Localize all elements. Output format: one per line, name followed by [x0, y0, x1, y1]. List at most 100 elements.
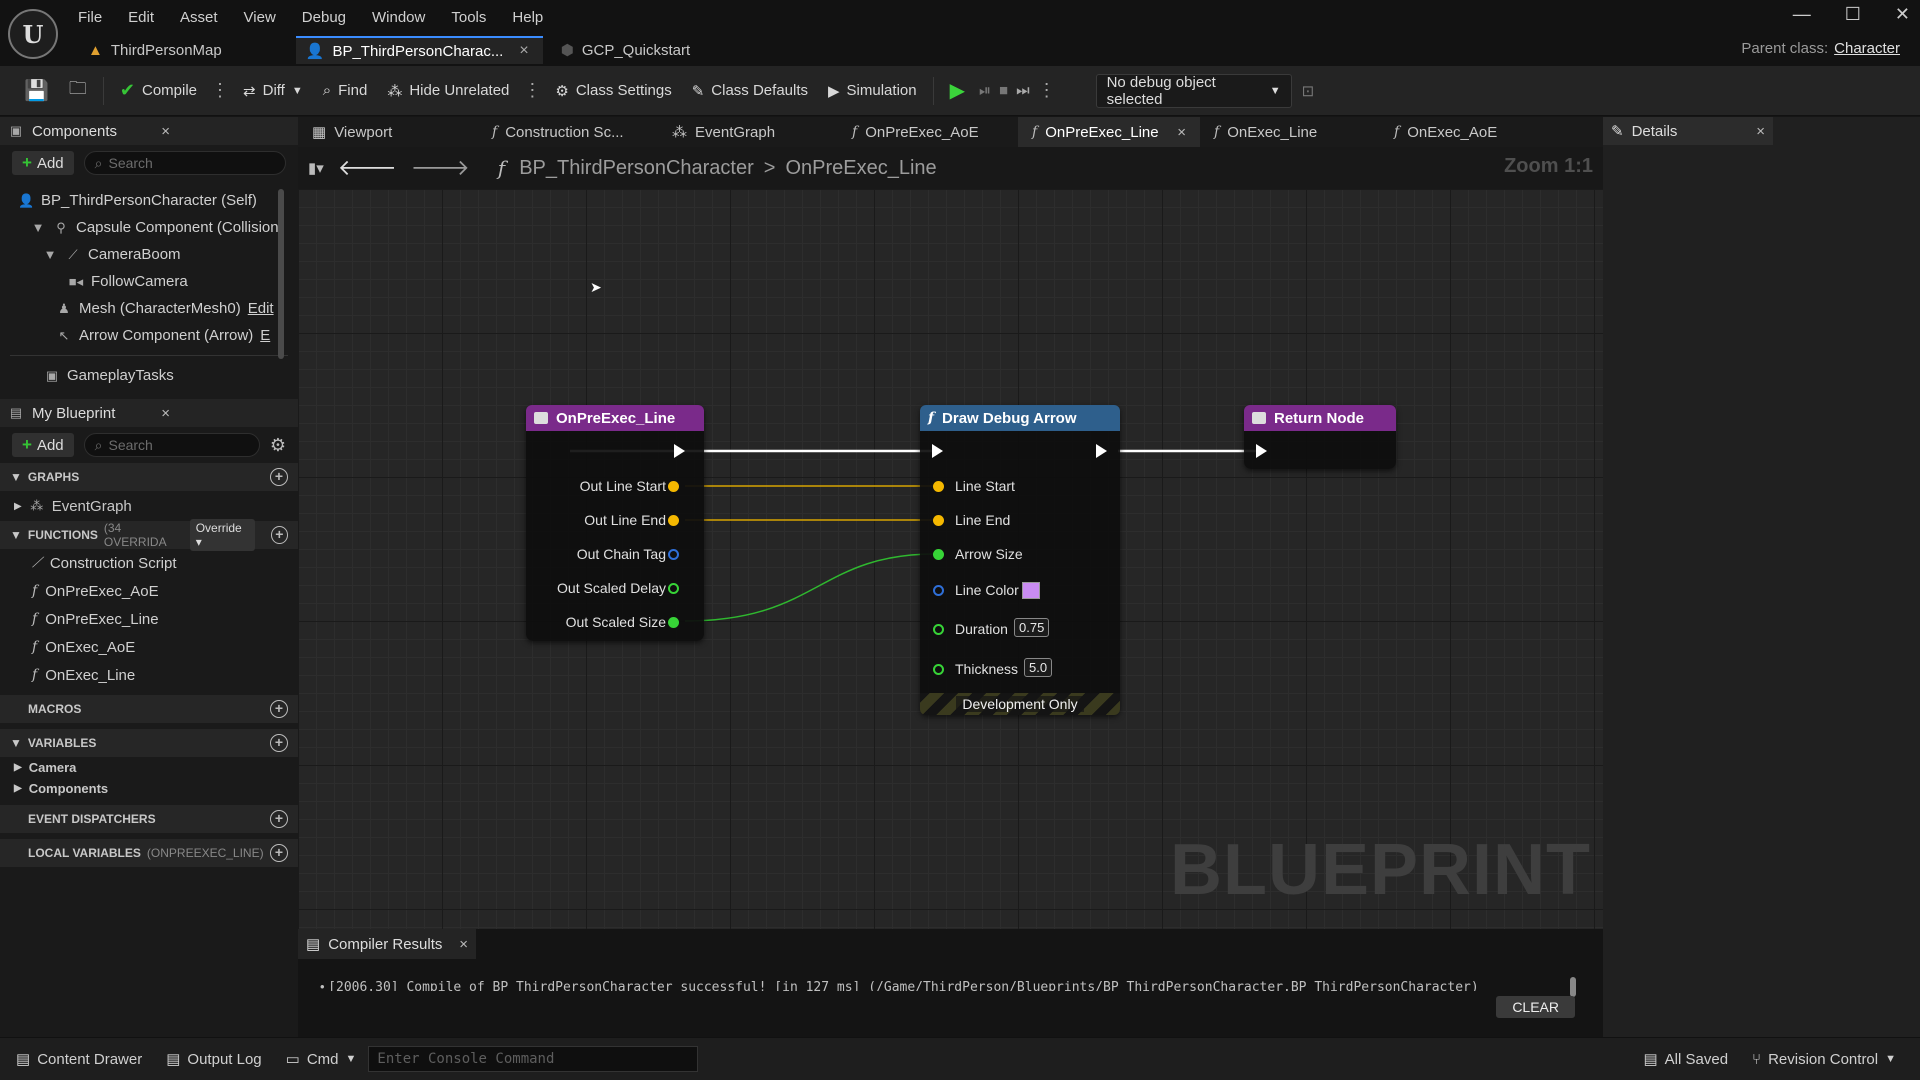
- minimize-icon[interactable]: —: [1793, 4, 1811, 25]
- forward-arrow-icon[interactable]: 🡒: [411, 155, 470, 181]
- tree-item-arrow[interactable]: ↖ Arrow Component (Arrow) E: [0, 322, 298, 349]
- tree-item-mesh[interactable]: ♟ Mesh (CharacterMesh0) Edit: [0, 295, 298, 322]
- find-button[interactable]: ⌕ Find: [313, 74, 378, 108]
- my-blueprint-search[interactable]: ⌕ Search: [83, 433, 260, 457]
- vector-pin[interactable]: [668, 515, 679, 526]
- parent-class-link[interactable]: Character: [1834, 40, 1900, 57]
- exec-out-pin[interactable]: [1096, 444, 1107, 458]
- content-drawer-button[interactable]: ▤ Content Drawer: [4, 1044, 154, 1074]
- add-function-icon[interactable]: +: [270, 526, 288, 544]
- add-variable-icon[interactable]: +: [270, 734, 288, 752]
- function-item-onexec-aoe[interactable]: f OnExec_AoE: [0, 633, 298, 661]
- settings-gear-icon[interactable]: ⚙: [270, 435, 286, 456]
- add-local-variable-icon[interactable]: +: [270, 844, 288, 862]
- add-member-button[interactable]: + Add: [12, 433, 74, 457]
- edit-link[interactable]: Edit: [248, 300, 274, 317]
- function-item-construction-script[interactable]: ⟋ Construction Script: [0, 549, 298, 577]
- scrollbar[interactable]: [1570, 977, 1576, 997]
- close-icon[interactable]: ×: [1756, 123, 1765, 140]
- function-item-onexec-line[interactable]: f OnExec_Line: [0, 661, 298, 689]
- float-pin[interactable]: [668, 617, 679, 628]
- menu-tools[interactable]: Tools: [451, 9, 486, 26]
- add-graph-icon[interactable]: +: [270, 468, 288, 486]
- menu-window[interactable]: Window: [372, 9, 425, 26]
- play-options-icon[interactable]: ⋮: [1034, 80, 1060, 101]
- add-macro-icon[interactable]: +: [270, 700, 288, 718]
- menu-asset[interactable]: Asset: [180, 9, 218, 26]
- function-item-onpreexec-aoe[interactable]: f OnPreExec_AoE: [0, 577, 298, 605]
- diff-button[interactable]: ⇄ Diff ▼: [233, 74, 313, 108]
- thickness-input[interactable]: 5.0: [1024, 658, 1053, 677]
- struct-pin[interactable]: [668, 549, 679, 560]
- scrollbar[interactable]: [278, 189, 284, 359]
- step-button[interactable]: ⏯: [975, 74, 995, 108]
- section-variables[interactable]: ▼ VARIABLES +: [0, 729, 298, 757]
- section-local-variables[interactable]: LOCAL VARIABLES (ONPREEXEC_LINE) +: [0, 839, 298, 867]
- section-macros[interactable]: MACROS +: [0, 695, 298, 723]
- add-dispatcher-icon[interactable]: +: [270, 810, 288, 828]
- color-pin[interactable]: [933, 585, 944, 596]
- function-item-onpreexec-line[interactable]: f OnPreExec_Line: [0, 605, 298, 633]
- components-tab[interactable]: ▣ Components ×: [0, 117, 298, 145]
- breadcrumb-root[interactable]: BP_ThirdPersonCharacter: [519, 157, 754, 180]
- eject-button[interactable]: ⏭: [1012, 74, 1034, 108]
- menu-edit[interactable]: Edit: [128, 9, 154, 26]
- cmd-dropdown[interactable]: ▭ Cmd ▼: [274, 1044, 369, 1074]
- close-icon[interactable]: ×: [459, 936, 468, 953]
- menu-file[interactable]: File: [78, 9, 102, 26]
- float-pin[interactable]: [933, 664, 944, 675]
- clear-button[interactable]: CLEAR: [1496, 996, 1575, 1018]
- tab-onexec-aoe[interactable]: f OnExec_AoE: [1380, 117, 1560, 147]
- tree-item-cameraboom[interactable]: ▼ ⟋ CameraBoom: [0, 241, 298, 268]
- duration-input[interactable]: 0.75: [1014, 618, 1050, 637]
- console-input[interactable]: Enter Console Command: [368, 1046, 699, 1072]
- bookmark-icon[interactable]: ▮▾: [308, 159, 324, 177]
- edit-link[interactable]: E: [260, 327, 270, 344]
- compiler-results-tab[interactable]: ▤ Compiler Results ×: [298, 929, 476, 959]
- compile-button[interactable]: ✔ Compile: [110, 74, 207, 108]
- variable-category-components[interactable]: ▶ Components: [0, 778, 298, 799]
- doc-tab-gcp-quickstart[interactable]: ⬢ GCP_Quickstart: [551, 36, 704, 64]
- class-defaults-button[interactable]: ✎ Class Defaults: [682, 74, 818, 108]
- line-color-swatch[interactable]: [1022, 582, 1040, 599]
- revision-control-button[interactable]: ⑂ Revision Control ▼: [1740, 1044, 1908, 1074]
- vector-pin[interactable]: [933, 481, 944, 492]
- output-log-button[interactable]: ▤ Output Log: [154, 1044, 273, 1074]
- close-icon[interactable]: ×: [1177, 124, 1186, 141]
- hide-unrelated-button[interactable]: ⁂ Hide Unrelated: [377, 74, 519, 108]
- float-pin[interactable]: [933, 624, 944, 635]
- override-dropdown[interactable]: Override ▾: [189, 519, 255, 551]
- node-onpreexec-line[interactable]: OnPreExec_Line Out Line Start Out Line E…: [526, 405, 704, 641]
- close-icon[interactable]: ×: [519, 42, 528, 60]
- menu-debug[interactable]: Debug: [302, 9, 346, 26]
- section-event-dispatchers[interactable]: EVENT DISPATCHERS +: [0, 805, 298, 833]
- back-arrow-icon[interactable]: 🡐: [338, 155, 397, 181]
- tab-onexec-line[interactable]: f OnExec_Line: [1200, 117, 1380, 147]
- stop-button[interactable]: ■: [995, 74, 1012, 108]
- close-icon[interactable]: ×: [161, 123, 170, 140]
- tab-eventgraph[interactable]: ⁂ EventGraph: [658, 117, 838, 147]
- graph-item-eventgraph[interactable]: ▶ ⁂ EventGraph: [0, 491, 298, 521]
- float-pin[interactable]: [933, 549, 944, 560]
- float-pin[interactable]: [668, 583, 679, 594]
- compile-options-icon[interactable]: ⋮: [207, 80, 233, 101]
- all-saved-button[interactable]: ▤ All Saved: [1631, 1044, 1740, 1074]
- menu-help[interactable]: Help: [512, 9, 543, 26]
- play-button[interactable]: ▶: [940, 74, 975, 108]
- section-functions[interactable]: ▼ FUNCTIONS (34 OVERRIDA Override ▾ +: [0, 519, 298, 551]
- save-button[interactable]: 💾: [14, 74, 59, 108]
- graph-canvas[interactable]: OnPreExec_Line Out Line Start Out Line E…: [298, 189, 1603, 929]
- tree-item-capsule[interactable]: ▼ ⚲ Capsule Component (Collision(: [0, 214, 298, 241]
- menu-view[interactable]: View: [244, 9, 276, 26]
- vector-pin[interactable]: [933, 515, 944, 526]
- more-options-icon[interactable]: ⋮: [519, 80, 545, 101]
- close-window-icon[interactable]: ✕: [1895, 4, 1910, 25]
- doc-tab-thirdpersonmap[interactable]: ▲ ThirdPersonMap: [78, 36, 236, 64]
- components-search[interactable]: ⌕ Search: [83, 151, 286, 175]
- add-component-button[interactable]: + Add: [12, 151, 74, 175]
- vector-pin[interactable]: [668, 481, 679, 492]
- tree-item-followcamera[interactable]: ■◂ FollowCamera: [0, 268, 298, 295]
- debug-target-button[interactable]: ⊡: [1292, 74, 1325, 108]
- browse-button[interactable]: 🗀: [59, 74, 97, 108]
- tab-construction-script[interactable]: f Construction Sc...: [478, 117, 658, 147]
